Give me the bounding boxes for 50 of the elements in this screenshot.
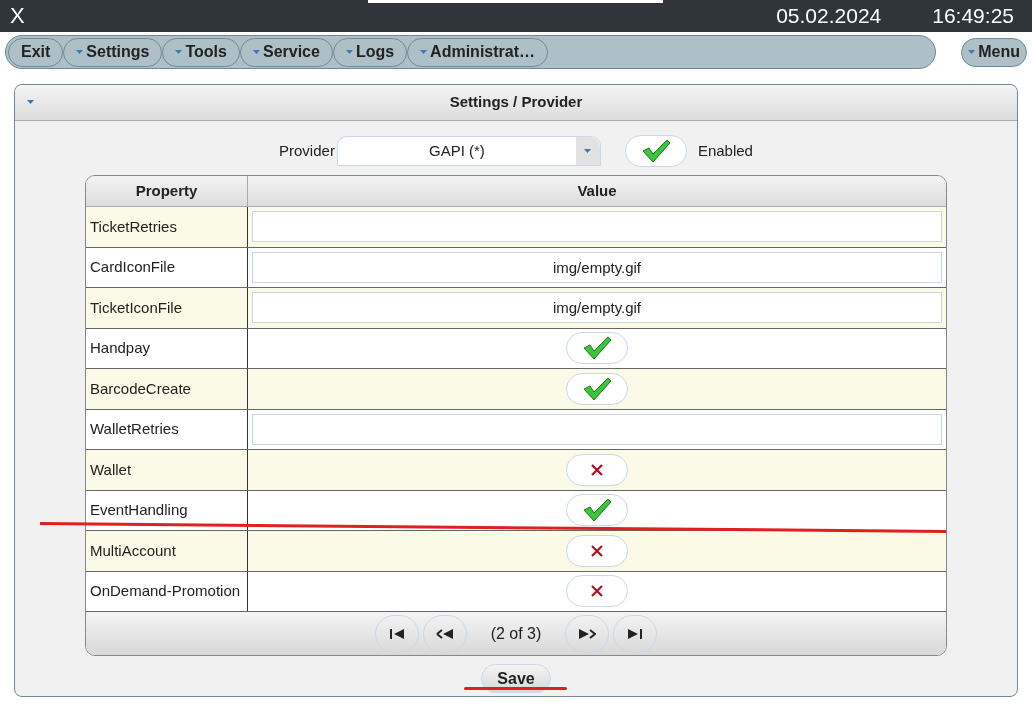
toggle-button[interactable] [566,372,628,405]
caret-icon [420,50,428,54]
time-text: 16:49:25 [932,3,1014,30]
value-field[interactable]: img/empty.gif [252,251,942,283]
menu-button[interactable]: Menu [961,37,1027,67]
provider-select[interactable]: GAPI (*) [336,136,601,166]
last-page-icon [627,628,644,639]
save-button[interactable]: Save [481,664,551,693]
caret-icon [76,50,84,54]
value-field[interactable] [252,211,942,243]
caret-icon [345,50,353,54]
menu-button[interactable]: Service [239,37,333,67]
toggle-button[interactable] [624,135,687,167]
toggle-button[interactable] [566,453,628,486]
panel-title: Settings / Provider [449,92,583,113]
column-header: Value [576,180,618,201]
toggle-button[interactable] [566,494,628,527]
next-page-icon [578,628,597,639]
menu-button[interactable]: Settings [63,37,163,67]
value-field[interactable] [252,413,942,445]
property-cell: TicketRetries [86,207,248,247]
column-header: Property [86,176,248,206]
caret-icon [584,149,592,153]
page-indicator: (2 of 3) [490,623,542,644]
close-button[interactable]: X [10,5,25,27]
provider-label: Provider [279,140,335,161]
property-cell: Wallet [86,450,248,490]
property-cell: MultiAccount [86,531,248,571]
caret-icon [27,100,34,104]
caret-icon [252,50,260,54]
property-cell: CardIconFile [86,247,248,287]
toggle-button[interactable] [566,575,628,608]
property-cell: BarcodeCreate [86,369,248,409]
enabled-label: Enabled [697,140,753,161]
caret-icon [968,50,976,54]
menu-button[interactable]: Logs [332,37,408,67]
property-cell: TicketIconFile [86,288,248,328]
caret-icon [175,50,183,54]
first-page-icon [388,628,405,639]
previous-page-icon [435,628,454,639]
value-field[interactable]: img/empty.gif [252,292,942,324]
menu-button[interactable]: Tools [162,37,240,67]
menu-button[interactable]: Administrat… [407,37,548,67]
property-cell: WalletRetries [86,409,248,449]
property-cell: Handpay [86,328,248,368]
toggle-button[interactable] [566,332,628,365]
date-text: 05.02.2024 [776,3,882,30]
toggle-button[interactable] [566,534,628,567]
property-cell: OnDemand-Promotion [86,571,248,611]
menu-button[interactable]: Exit [8,37,64,67]
